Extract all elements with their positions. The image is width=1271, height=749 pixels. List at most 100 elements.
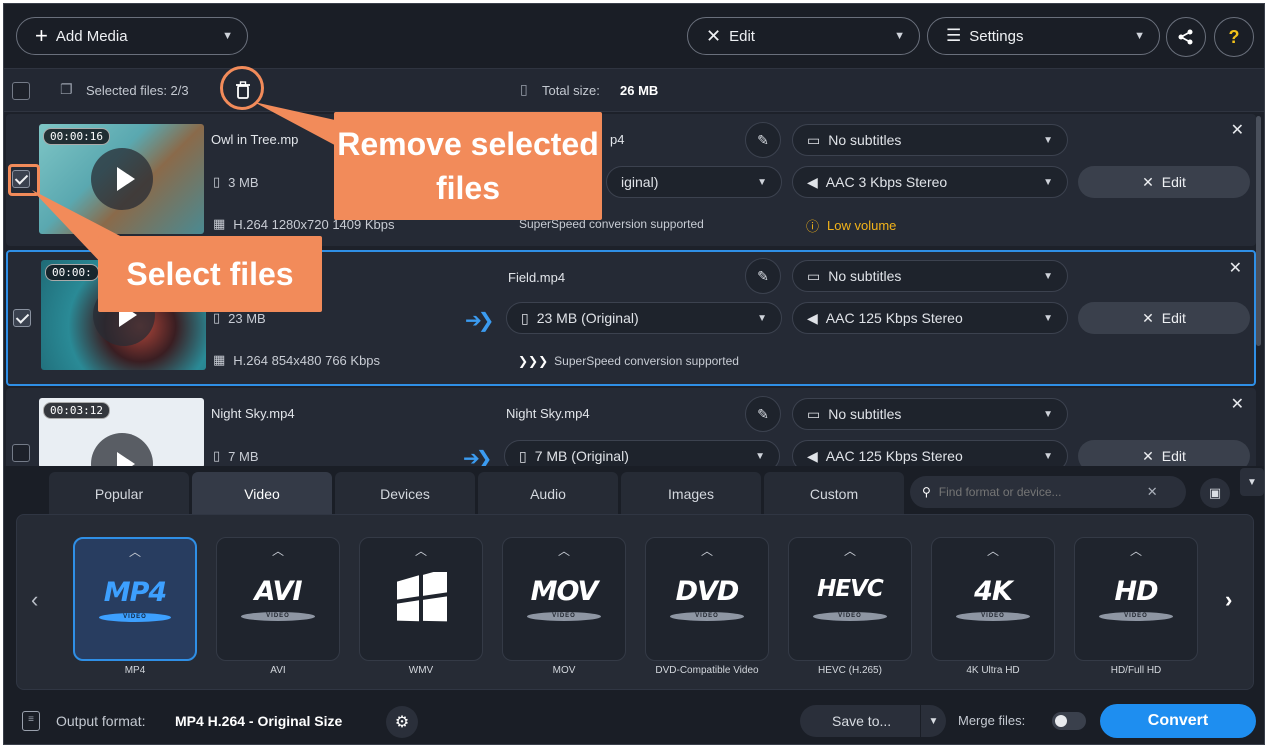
tab-images[interactable]: Images: [621, 472, 761, 516]
format-mp4[interactable]: ︿ MP4 VIDEO: [73, 537, 197, 661]
remove-file-button[interactable]: ✕: [1229, 258, 1242, 278]
video-thumbnail[interactable]: 00:03:12: [39, 398, 204, 468]
collapse-panel-button[interactable]: ▼: [1240, 468, 1264, 496]
output-settings-button[interactable]: ⚙: [386, 706, 418, 738]
add-media-button[interactable]: + Add Media ▼: [16, 17, 248, 55]
settings-button[interactable]: ☰ Settings ▼: [927, 17, 1160, 55]
warning-icon: ⓘ: [806, 219, 820, 234]
subtitles-value: No subtitles: [828, 406, 902, 422]
tab-popular[interactable]: Popular: [49, 472, 189, 516]
save-to-label: Save to...: [832, 713, 892, 729]
subtitles-value: No subtitles: [828, 132, 902, 148]
selected-files-count: Selected files: 2/3: [86, 83, 189, 98]
share-button[interactable]: [1166, 17, 1206, 57]
plus-icon: +: [35, 23, 48, 48]
windows-logo-icon: [397, 572, 447, 622]
output-size-dropdown[interactable]: ▯ 23 MB (Original) ▼: [506, 302, 782, 334]
save-to-button[interactable]: Save to... ▼: [800, 705, 946, 737]
edit-label: Edit: [1161, 174, 1186, 190]
my-formats-button[interactable]: ▣: [1200, 478, 1230, 508]
format-dvd[interactable]: ︿ DVD VIDEO: [645, 537, 769, 661]
tab-custom[interactable]: Custom: [764, 472, 904, 516]
search-input[interactable]: [938, 485, 1139, 499]
output-size-value: 23 MB (Original): [536, 310, 639, 326]
file-list-scrollbar[interactable]: [1256, 116, 1261, 346]
clear-search-icon[interactable]: ✕: [1147, 484, 1158, 500]
format-label: MP4: [124, 665, 146, 676]
chevron-down-icon[interactable]: ▼: [920, 705, 946, 737]
rename-button[interactable]: ✎: [745, 122, 781, 158]
format-avi[interactable]: ︿ AVI VIDEO: [216, 537, 340, 661]
chevron-down-icon: ▼: [757, 176, 767, 188]
help-button[interactable]: ?: [1214, 17, 1254, 57]
audio-dropdown[interactable]: ◀ AAC 3 Kbps Stereo ▼: [792, 166, 1068, 198]
tools-icon: ✕: [706, 25, 722, 46]
file-row[interactable]: 00:00:16 Owl in Tree.mp ▯ 3 MB ▦ H.264 128…: [6, 114, 1256, 246]
format-search[interactable]: ⚲ ✕: [910, 476, 1186, 508]
file-icon: ▯: [519, 447, 527, 464]
output-file-name: Night Sky.mp4: [506, 406, 590, 421]
file-row[interactable]: 00:03:12 Night Sky.mp4 ▯ 7 MB ➔❯ Night Sk…: [6, 388, 1256, 472]
tab-devices[interactable]: Devices: [335, 472, 475, 516]
output-size-dropdown[interactable]: iginal) ▼: [606, 166, 782, 198]
convert-button[interactable]: Convert: [1100, 704, 1256, 738]
chevron-down-icon: ▼: [757, 312, 767, 324]
film-icon: ▦: [213, 216, 226, 231]
total-size-value: 26 MB: [620, 83, 659, 98]
chevron-down-icon: ▼: [1043, 450, 1053, 462]
edit-file-button[interactable]: ✕ Edit: [1078, 302, 1250, 334]
format-hd[interactable]: ︿ HD VIDEO: [1074, 537, 1198, 661]
remove-file-button[interactable]: ✕: [1231, 394, 1244, 414]
format-wmv[interactable]: ︿: [359, 537, 483, 661]
chevron-up-icon: ︿: [986, 544, 999, 558]
hevc-logo: HEVC: [817, 576, 884, 602]
video-disc-icon: VIDEO: [1099, 612, 1173, 621]
format-mov[interactable]: ︿ MOV VIDEO: [502, 537, 626, 661]
warning-text: Low volume: [827, 218, 897, 233]
edit-menu-button[interactable]: ✕ Edit ▼: [687, 17, 920, 55]
rename-button[interactable]: ✎: [745, 258, 781, 294]
subtitles-dropdown[interactable]: ▭ No subtitles ▼: [792, 260, 1068, 292]
audio-dropdown[interactable]: ◀ AAC 125 Kbps Stereo ▼: [792, 302, 1068, 334]
subtitles-dropdown[interactable]: ▭ No subtitles ▼: [792, 124, 1068, 156]
subtitles-dropdown[interactable]: ▭ No subtitles ▼: [792, 398, 1068, 430]
edit-label: Edit: [1161, 448, 1186, 464]
pen-icon: ✎: [757, 267, 769, 284]
codec-value: H.264 854x480 766 Kbps: [233, 352, 381, 368]
output-format-value: MP4 H.264 - Original Size: [175, 713, 343, 729]
file-icon: ▯: [521, 309, 529, 326]
video-disc-icon: VIDEO: [956, 612, 1030, 621]
select-all-checkbox[interactable]: [12, 82, 30, 100]
superspeed-icon: ❯❯❯: [518, 354, 549, 368]
video-disc-icon: VIDEO: [99, 613, 171, 622]
chevron-right-icon[interactable]: ›: [1225, 587, 1232, 613]
video-disc-icon: VIDEO: [527, 612, 601, 621]
tab-audio[interactable]: Audio: [478, 472, 618, 516]
format-label: WMV: [408, 665, 434, 676]
file-checkbox[interactable]: [12, 444, 30, 462]
speech-icon: ▭: [807, 405, 821, 422]
format-panel: Popular Video Devices Audio Images Custo…: [4, 466, 1264, 744]
chevron-up-icon: ︿: [700, 544, 713, 558]
remove-file-button[interactable]: ✕: [1231, 120, 1244, 140]
tab-video[interactable]: Video: [192, 472, 332, 516]
file-checkbox[interactable]: [13, 309, 31, 327]
audio-value: AAC 125 Kbps Stereo: [825, 310, 963, 326]
chevron-left-icon[interactable]: ‹: [31, 587, 38, 613]
file-icon: ▯: [213, 448, 221, 463]
low-volume-warning: ⓘ Low volume: [806, 216, 896, 235]
format-hevc[interactable]: ︿ HEVC VIDEO: [788, 537, 912, 661]
merge-files-toggle[interactable]: [1052, 712, 1086, 730]
rename-button[interactable]: ✎: [745, 396, 781, 432]
avi-logo: AVI: [254, 576, 302, 607]
format-label: MOV: [552, 665, 576, 676]
convert-arrow-icon: ➔❯: [465, 310, 494, 332]
edit-file-button[interactable]: ✕ Edit: [1078, 166, 1250, 198]
format-4k[interactable]: ︿ 4K VIDEO: [931, 537, 1055, 661]
sliders-icon: ☰: [946, 26, 962, 45]
play-icon[interactable]: [90, 433, 153, 468]
video-disc-icon: VIDEO: [670, 612, 744, 621]
output-file-name: Field.mp4: [508, 270, 566, 285]
source-size: ▯ 7 MB: [213, 448, 259, 464]
tools-icon: ✕: [1142, 173, 1154, 190]
